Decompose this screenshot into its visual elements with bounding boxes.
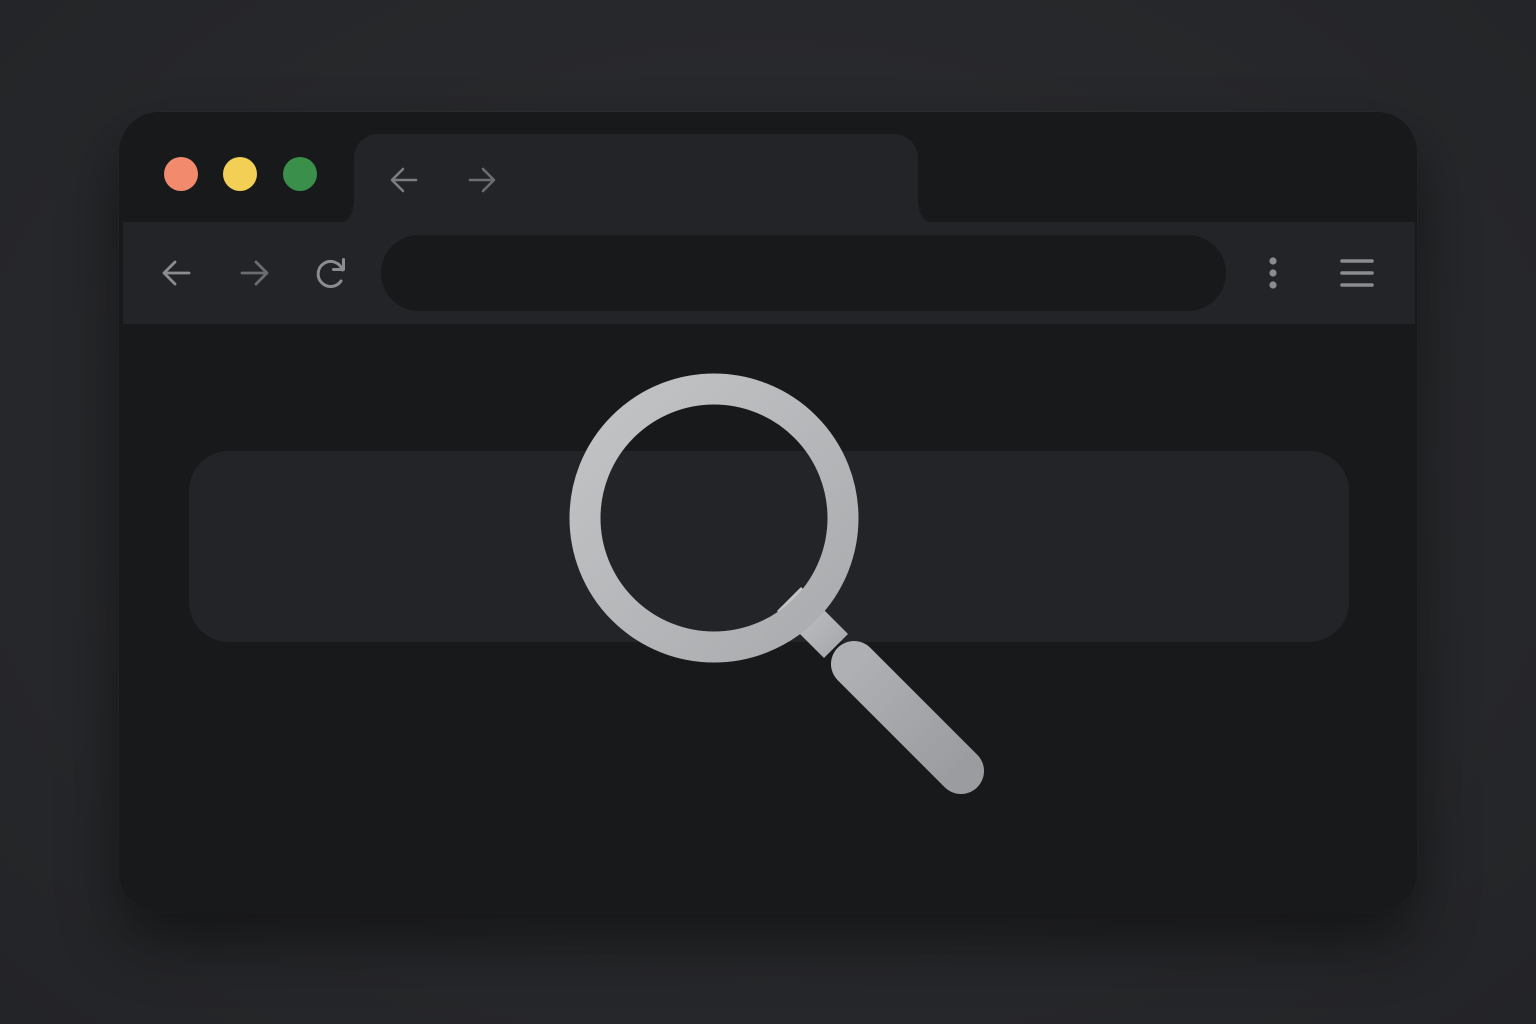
back-arrow-icon [162,260,191,286]
desktop-background [0,0,1536,1024]
page-content [119,324,1417,912]
more-options-button[interactable] [1254,254,1292,292]
magnifying-glass-icon [564,359,1004,799]
more-vertical-icon [1269,257,1277,289]
active-tab[interactable] [332,134,940,226]
forward-arrow-icon [240,260,269,286]
zoom-window-button[interactable] [283,157,317,191]
browser-window [119,112,1417,912]
title-bar [119,112,1417,226]
tab-back-button[interactable] [386,162,422,198]
reload-icon [316,258,345,288]
browser-toolbar [123,222,1415,324]
reload-button[interactable] [312,254,350,292]
forward-button[interactable] [236,254,274,292]
close-window-button[interactable] [164,157,198,191]
main-menu-button[interactable] [1337,254,1377,292]
tab-forward-button[interactable] [464,162,500,198]
back-arrow-icon [390,167,418,193]
minimize-window-button[interactable] [223,157,257,191]
back-button[interactable] [157,254,195,292]
hamburger-menu-icon [1340,259,1374,287]
forward-arrow-icon [468,167,496,193]
address-bar-input[interactable] [381,235,1226,311]
